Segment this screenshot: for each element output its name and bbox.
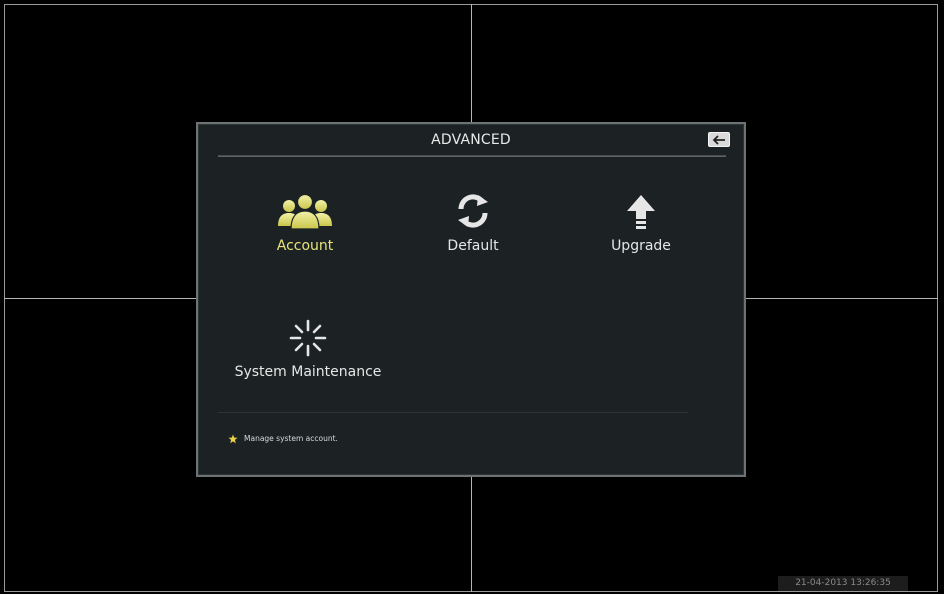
account-tile[interactable]: Account <box>220 192 390 272</box>
advanced-dialog: ADVANCED Account Default Upgrade System … <box>196 122 746 477</box>
back-arrow-icon <box>712 134 725 145</box>
hint-text: Manage system account. <box>244 434 338 443</box>
upgrade-arrow-icon <box>627 195 655 229</box>
account-users-icon <box>278 193 332 230</box>
upgrade-tile[interactable]: Upgrade <box>556 192 726 272</box>
default-tile[interactable]: Default <box>388 192 558 272</box>
system-maintenance-tile[interactable]: System Maintenance <box>208 318 408 398</box>
refresh-icon <box>458 194 488 228</box>
bottom-divider <box>218 412 688 413</box>
back-button[interactable] <box>708 132 730 147</box>
star-icon <box>228 434 238 444</box>
default-label: Default <box>447 238 499 254</box>
dialog-title: ADVANCED <box>431 132 511 148</box>
maintenance-spinner-icon <box>289 319 327 357</box>
account-label: Account <box>276 238 334 254</box>
title-divider <box>218 155 726 157</box>
status-datetime: 21-04-2013 13:26:35 <box>778 576 908 591</box>
upgrade-label: Upgrade <box>611 238 671 254</box>
system-maintenance-label: System Maintenance <box>234 364 382 380</box>
